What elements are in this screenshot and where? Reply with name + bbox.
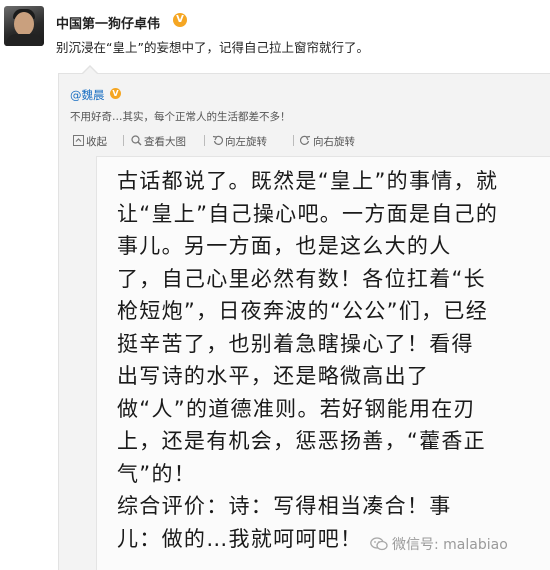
view-large-label: 查看大图 bbox=[144, 136, 186, 148]
rotate-left-icon bbox=[212, 135, 223, 145]
toolbar-divider bbox=[204, 135, 205, 146]
magnifier-icon bbox=[131, 135, 142, 146]
toolbar-divider bbox=[123, 135, 124, 146]
view-large-button[interactable]: 查看大图 bbox=[131, 134, 186, 149]
rotate-left-button[interactable]: 向左旋转 bbox=[212, 134, 267, 149]
wechat-icon bbox=[370, 537, 388, 551]
quoted-author-link[interactable]: @魏晨 bbox=[70, 87, 105, 103]
post-author-name[interactable]: 中国第一狗仔卓伟 bbox=[56, 13, 160, 32]
toolbar-divider bbox=[293, 135, 294, 146]
rotate-right-label: 向右旋转 bbox=[313, 136, 355, 148]
rotate-right-icon bbox=[300, 135, 311, 145]
collapse-icon bbox=[73, 135, 84, 146]
verified-badge-icon: V bbox=[173, 13, 187, 27]
collapse-label: 收起 bbox=[86, 136, 107, 148]
quoted-post-text: 不用好奇…其实，每个正常人的生活都差不多！ bbox=[70, 111, 291, 123]
quoted-verified-badge-icon: V bbox=[110, 88, 121, 99]
collapse-button[interactable]: 收起 bbox=[73, 134, 107, 149]
rotate-left-label: 向左旋转 bbox=[225, 136, 267, 148]
image-text: 古话都说了。既然是“皇上”的事情，就 让“皇上”自己操心吧。一方面是自己的 事儿… bbox=[117, 169, 499, 551]
watermark: 微信号: malabiao bbox=[370, 534, 508, 558]
rotate-right-button[interactable]: 向右旋转 bbox=[300, 134, 355, 149]
avatar[interactable] bbox=[4, 6, 44, 46]
watermark-text: 微信号: malabiao bbox=[392, 537, 508, 553]
post-text: 别沉浸在“皇上”的妄想中了，记得自己拉上窗帘就行了。 bbox=[56, 40, 369, 55]
